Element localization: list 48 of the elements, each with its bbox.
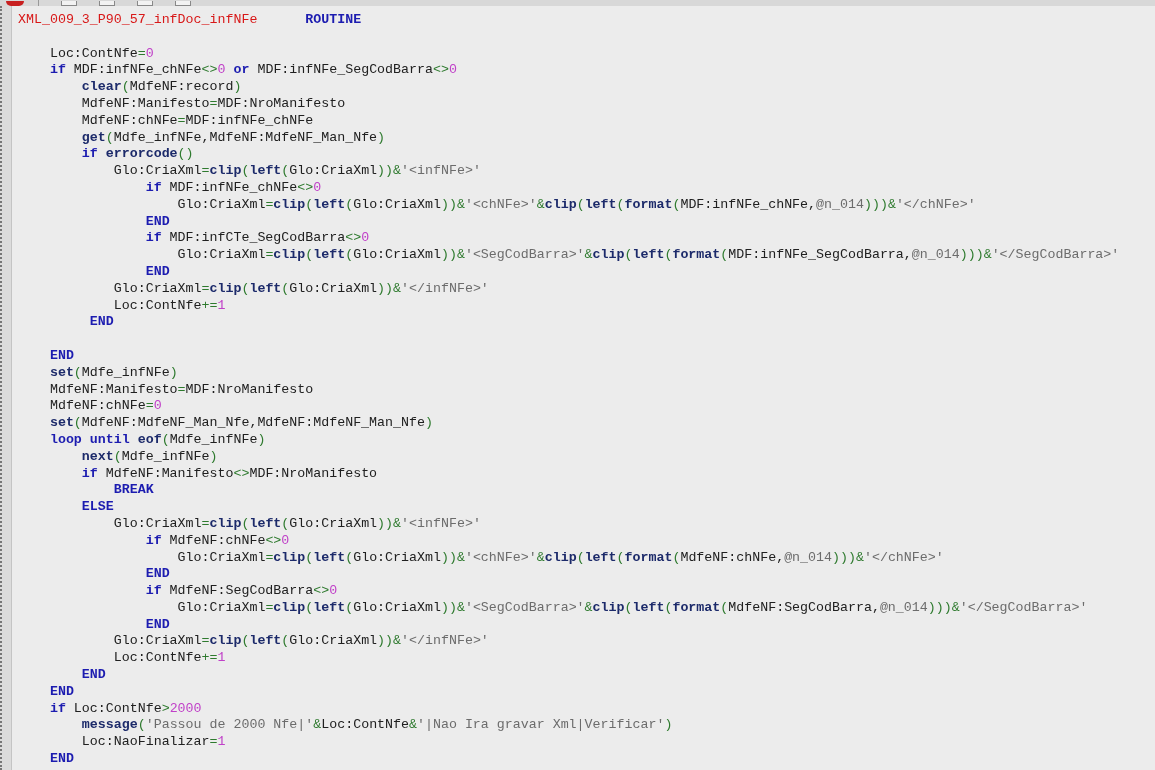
code-line: Loc:ContNfe+=1: [112, 297, 226, 315]
code-line: Glo:CriaXml=clip(left(Glo:CriaXml))&'<chNFe>'&clip(left(format(MdfeNF:chNFe,@n_014)))&'</chNFe>': [176, 549, 944, 567]
code-line: MdfeNF:Manifesto=MDF:NroManifesto: [48, 381, 314, 399]
code-line: Glo:CriaXml=clip(left(Glo:CriaXml))&'<chNFe>'&clip(left(format(MDF:infNFe_chNFe,@n_014)))&'</chNFe>': [176, 196, 976, 214]
code-line: MdfeNF:chNFe=MDF:infNFe_chNFe: [80, 112, 314, 130]
code-line: if errorcode(): [80, 146, 194, 164]
code-line: Glo:CriaXml=clip(left(Glo:CriaXml))&'<infNFe>': [112, 163, 481, 180]
toolbar-icon[interactable]: [61, 1, 77, 6]
code-line: Loc:NaoFinalizar=1: [80, 734, 226, 752]
toolbar-icon[interactable]: [175, 1, 191, 6]
code-line: END: [144, 213, 170, 231]
code-line: get(Mdfe_infNFe,MdfeNF:MdfeNF_Man_Nfe): [80, 129, 386, 147]
code-line: Glo:CriaXml=clip(left(Glo:CriaXml))&'</infNFe>': [112, 280, 489, 298]
code-line: message('Passou de 2000 Nfe|'&Loc:ContNfe&'|Nao Ira gravar Xml|Verificar'): [80, 717, 673, 735]
code-line: BREAK: [112, 482, 154, 500]
toolbar-icon[interactable]: [99, 1, 115, 6]
code-line: clear(MdfeNF:record): [80, 79, 242, 96]
code-line: if MdfeNF:chNFe<>0: [144, 532, 290, 550]
code-line: END: [144, 616, 170, 634]
code-line: Glo:CriaXml=clip(left(Glo:CriaXml))&'<SegCodBarra>'&clip(left(format(MdfeNF:SegCodBarra,@n_014)))&'</SegCodBarra>': [176, 599, 1088, 617]
code-line: loop until eof(Mdfe_infNFe): [48, 431, 266, 449]
code-line: set(Mdfe_infNFe): [48, 364, 178, 382]
code-line: END: [48, 347, 74, 365]
code-line: Glo:CriaXml=clip(left(Glo:CriaXml))&'</infNFe>': [112, 633, 489, 651]
code-line: MdfeNF:Manifesto=MDF:NroManifesto: [80, 96, 346, 113]
code-line: set(MdfeNF:MdfeNF_Man_Nfe,MdfeNF:MdfeNF_Man_Nfe): [48, 415, 433, 432]
code-line: if MDF:infCTe_SegCodBarra<>0: [144, 230, 370, 248]
code-line: XML_009_3_P90_57_infDoc_infNFe ROUTINE: [18, 12, 362, 29]
record-icon[interactable]: [6, 1, 24, 6]
code-line: Loc:ContNfe=0: [48, 45, 154, 63]
code-line: if Loc:ContNfe>2000: [48, 700, 202, 718]
code-line: MdfeNF:chNFe=0: [48, 398, 162, 416]
code-line: if MDF:infNFe_chNFe<>0: [144, 179, 322, 197]
code-line: Loc:ContNfe+=1: [112, 650, 226, 668]
code-line: next(Mdfe_infNFe): [80, 448, 218, 466]
toolbar-icon[interactable]: [137, 1, 153, 6]
code-line: Glo:CriaXml=clip(left(Glo:CriaXml))&'<infNFe>': [112, 515, 481, 533]
code-line: Glo:CriaXml=clip(left(Glo:CriaXml))&'<SegCodBarra>'&clip(left(format(MDF:infNFe_SegCodBarra,@n_014)))&'</SegCodBarra>': [176, 247, 1120, 264]
code-line: END: [88, 314, 114, 332]
code-line: END: [144, 566, 170, 584]
code-line: if MdfeNF:Manifesto<>MDF:NroManifesto: [80, 465, 378, 483]
code-line: END: [48, 751, 74, 768]
code-line: ELSE: [80, 499, 114, 516]
code-line: END: [48, 683, 74, 701]
code-line: if MdfeNF:SegCodBarra<>0: [144, 583, 338, 600]
code-line: END: [80, 667, 106, 684]
code-line: if MDF:infNFe_chNFe<>0 or MDF:infNFe_SegCodBarra<>0: [48, 62, 457, 80]
code-line: END: [144, 263, 170, 281]
